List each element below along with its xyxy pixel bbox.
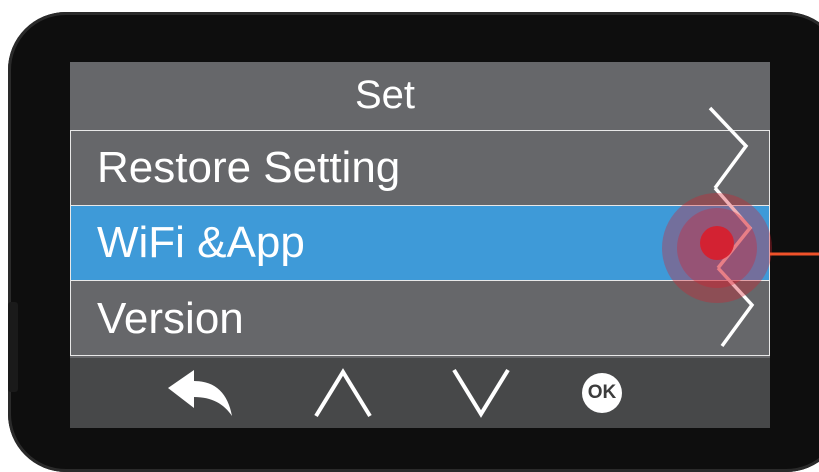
- bottom-button-bar: OK: [70, 358, 770, 428]
- chevron-down-icon: [452, 368, 510, 418]
- down-button[interactable]: [446, 366, 516, 420]
- back-arrow-icon: [168, 370, 232, 416]
- up-button[interactable]: [308, 366, 378, 420]
- ok-icon: OK: [582, 373, 622, 413]
- side-button[interactable]: [8, 302, 18, 392]
- device-screen: Set Restore Setting WiFi &App Version OK: [70, 62, 770, 428]
- back-button[interactable]: [166, 366, 236, 420]
- ok-button[interactable]: OK: [568, 366, 638, 420]
- menu-item-wifi-app[interactable]: WiFi &App: [71, 206, 769, 281]
- menu-item-label: WiFi &App: [97, 218, 305, 267]
- settings-menu: Restore Setting WiFi &App Version: [70, 130, 770, 356]
- menu-title: Set: [354, 72, 416, 117]
- menu-item-label: Version: [97, 293, 244, 343]
- chevron-up-icon: [314, 368, 372, 418]
- menu-item-restore-setting[interactable]: Restore Setting: [71, 131, 769, 206]
- menu-item-version[interactable]: Version: [71, 281, 769, 356]
- menu-item-label: Restore Setting: [97, 143, 401, 192]
